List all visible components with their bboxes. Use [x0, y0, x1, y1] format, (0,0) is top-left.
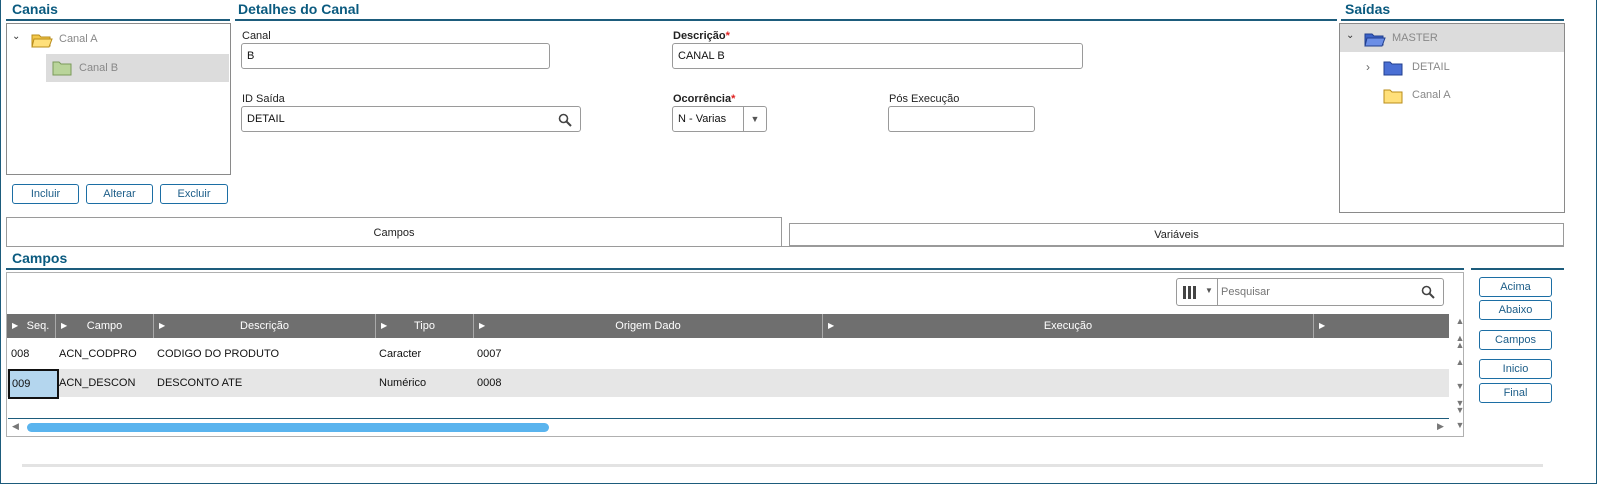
campos-side-divider [1471, 268, 1564, 270]
ocorrencia-value: N - Varias [678, 113, 727, 125]
scroll-up-icon[interactable]: ▲ [1453, 357, 1467, 367]
cell-seq[interactable]: 009 [8, 369, 59, 399]
scroll-top-icon[interactable]: ▲ [1453, 316, 1467, 326]
folder-icon [1383, 89, 1403, 104]
ocorrencia-select[interactable]: N - Varias ▼ [672, 106, 767, 132]
column-header-tipo[interactable]: ▶ Tipo [376, 314, 474, 338]
column-header-descricao[interactable]: ▶ Descrição [154, 314, 376, 338]
pos-execucao-input[interactable] [888, 106, 1035, 132]
open-folder-icon [1364, 33, 1386, 47]
open-folder-icon [31, 34, 53, 48]
columns-toggle[interactable]: ▼ [1177, 279, 1218, 305]
tree-item-canal-a[interactable]: Canal A [1412, 82, 1451, 108]
campos-title: Campos [12, 250, 68, 266]
cell-tipo: Numérico [379, 377, 427, 389]
search-icon[interactable] [1421, 285, 1435, 299]
abaixo-button[interactable]: Abaixo [1479, 300, 1552, 320]
scroll-down-icon[interactable]: ▼ [1453, 381, 1467, 391]
columns-icon [1183, 286, 1196, 299]
saidas-title: Saídas [1345, 1, 1391, 17]
scroll-right-icon[interactable]: ▶ [1437, 421, 1444, 432]
ocorrencia-label: Ocorrência* [673, 93, 736, 105]
tree-item-detail[interactable]: DETAIL [1412, 54, 1450, 80]
descricao-label: Descrição* [673, 30, 730, 42]
chevron-down-icon: ▼ [1205, 286, 1213, 295]
descricao-input[interactable]: CANAL B [672, 43, 1083, 69]
scroll-left-icon[interactable]: ◀ [12, 421, 19, 432]
column-header-campo[interactable]: ▶ Campo [56, 314, 154, 338]
search-input[interactable] [1221, 282, 1411, 302]
canais-divider [6, 19, 230, 21]
cell-seq: 008 [11, 348, 30, 360]
tree-item-master[interactable]: MASTER [1392, 25, 1438, 51]
cell-origem-dado: 0008 [477, 377, 502, 389]
grid-header: ▶ Seq. ▶ Campo ▶ Descrição ▶ Tipo ▶ Origem Da… [7, 314, 1449, 338]
chevron-down-icon[interactable]: ⌄ [1346, 30, 1354, 41]
table-row[interactable]: 009 ACN_DESCON DESCONTO ATE Numérico 000… [7, 369, 1449, 399]
campos-divider [6, 268, 1464, 270]
final-button[interactable]: Final [1479, 383, 1552, 403]
incluir-button[interactable]: Incluir [12, 184, 79, 204]
cell-campo: ACN_DESCON [59, 377, 136, 389]
campos-button[interactable]: Campos [1479, 330, 1552, 350]
chevron-down-icon[interactable]: ⌄ [12, 31, 20, 42]
cell-descricao: CODIGO DO PRODUTO [157, 348, 280, 360]
cell-tipo: Caracter [379, 348, 422, 360]
chevron-down-icon[interactable]: ▼ [743, 107, 766, 131]
detalhes-divider [235, 19, 1337, 21]
excluir-button[interactable]: Excluir [160, 184, 228, 204]
column-header-execucao[interactable]: ▶ Execução [823, 314, 1314, 338]
column-header-origem-dado[interactable]: ▶ Origem Dado [474, 314, 823, 338]
pos-execucao-label: Pós Execução [889, 93, 960, 105]
tabs-baseline [6, 246, 1564, 247]
cell-origem-dado: 0007 [477, 348, 502, 360]
canal-label: Canal [242, 30, 271, 42]
grid-bottom-line [8, 418, 1449, 419]
tree-item-canal-a[interactable]: Canal A [59, 26, 98, 52]
footer-bar [22, 464, 1543, 467]
detalhes-title: Detalhes do Canal [238, 1, 360, 17]
alterar-button[interactable]: Alterar [86, 184, 153, 204]
canal-input[interactable]: B [241, 43, 550, 69]
inicio-button[interactable]: Inicio [1479, 359, 1552, 379]
canais-tree[interactable]: ⌄ Canal A Canal B [6, 23, 231, 175]
scroll-page-down-icon[interactable]: ▼ ▼ [1453, 399, 1467, 415]
search-icon[interactable] [558, 113, 572, 127]
tab-campos[interactable]: Campos [6, 217, 782, 247]
tree-item-canal-b[interactable]: Canal B [79, 55, 118, 81]
cell-descricao: DESCONTO ATE [157, 377, 243, 389]
folder-icon [1383, 61, 1403, 76]
cell-campo: ACN_CODPRO [59, 348, 137, 360]
id-saida-label: ID Saída [242, 93, 285, 105]
chevron-right-icon[interactable]: › [1366, 60, 1370, 74]
tree-item-canal-b-row[interactable]: Canal B [46, 54, 229, 82]
scroll-bottom-icon[interactable]: ▼ [1453, 420, 1467, 430]
horizontal-scrollbar-thumb[interactable] [27, 423, 549, 432]
table-row[interactable]: 008 ACN_CODPRO CODIGO DO PRODUTO Caracte… [7, 340, 1449, 368]
canais-title: Canais [12, 1, 58, 17]
folder-icon [52, 61, 72, 76]
saidas-tree[interactable]: ⌄ MASTER › DETAIL Canal A [1339, 23, 1565, 213]
search-box[interactable]: ▼ [1176, 278, 1444, 306]
acima-button[interactable]: Acima [1479, 277, 1552, 297]
scroll-page-up-icon[interactable]: ▲ ▲ [1453, 334, 1467, 350]
id-saida-input[interactable]: DETAIL [241, 106, 581, 132]
id-saida-value: DETAIL [247, 113, 285, 125]
tab-variaveis[interactable]: Variáveis [789, 223, 1564, 246]
saidas-divider [1341, 19, 1564, 21]
column-header-seq[interactable]: ▶ Seq. [7, 314, 56, 338]
column-header-extra[interactable]: ▶ [1314, 314, 1449, 338]
tree-item-master-row[interactable]: ⌄ MASTER [1340, 24, 1564, 52]
